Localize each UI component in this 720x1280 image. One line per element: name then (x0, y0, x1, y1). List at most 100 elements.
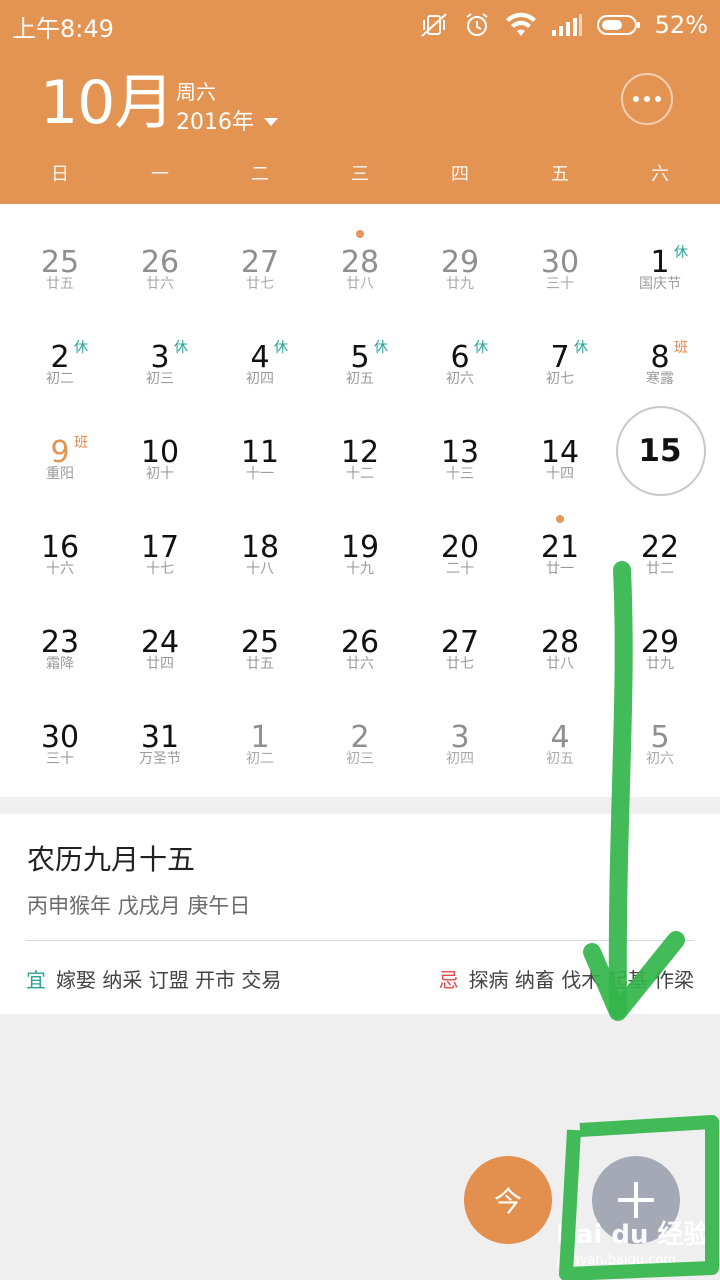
day-cell[interactable]: 27 廿七 (210, 216, 310, 311)
day-cell[interactable]: 12 十二 (310, 406, 410, 501)
lunar-day: 初三 (346, 751, 374, 767)
day-number: 16 (40, 530, 80, 565)
lunar-day: 三十 (546, 276, 574, 292)
lunar-day: 初四 (246, 371, 274, 387)
day-cell[interactable]: 16 十六 (10, 501, 110, 596)
watermark-logo: Bai du 经验 (556, 1220, 710, 1250)
more-options-button[interactable] (621, 73, 673, 125)
day-cell[interactable]: 30 三十 (10, 691, 110, 786)
day-cell[interactable]: 24 廿四 (110, 596, 210, 691)
day-cell[interactable]: 10 初十 (110, 406, 210, 501)
day-cell[interactable]: 6 初六休 (410, 311, 510, 406)
day-number: 19 (340, 530, 380, 565)
day-cell[interactable]: 2 初三 (310, 691, 410, 786)
day-cell[interactable]: 17 十七 (110, 501, 210, 596)
day-cell[interactable]: 5 初六 (610, 691, 710, 786)
avoid-activities: 忌探病 纳畜 伐木 起基 作梁 (439, 964, 694, 993)
lunar-day: 廿六 (346, 656, 374, 672)
suitable-tag: 宜 (26, 968, 46, 992)
day-cell[interactable]: 1 国庆节 休 (610, 216, 710, 311)
app-header: 上午8:49 52% 10月 周六 2016年 日 一 二 三 四 五 六 (0, 0, 720, 204)
current-weekday: 周六 (176, 80, 216, 104)
day-cell[interactable]: 31 万圣节 (110, 691, 210, 786)
day-number: 20 (440, 530, 480, 565)
day-cell[interactable]: 30 三十 (510, 216, 610, 311)
day-cell[interactable]: 14 十四 (510, 406, 610, 501)
lunar-day: 国庆节 (639, 276, 681, 292)
day-cell[interactable]: 18 十八 (210, 501, 310, 596)
year-selector[interactable]: 2016年 (176, 104, 278, 136)
lunar-day: 廿六 (146, 276, 174, 292)
day-cell[interactable]: 2 初二休 (10, 311, 110, 406)
lunar-day: 十四 (546, 466, 574, 482)
day-cell[interactable]: 3 初三休 (110, 311, 210, 406)
day-cell[interactable]: 25 廿五 (10, 216, 110, 311)
day-number: 18 (240, 530, 280, 565)
day-cell[interactable]: 25 廿五 (210, 596, 310, 691)
month-title[interactable]: 10月 (40, 70, 174, 136)
day-cell[interactable]: 5 初五休 (310, 311, 410, 406)
day-number: 2 (350, 720, 370, 755)
today-button[interactable]: 今 (464, 1156, 552, 1244)
day-cell[interactable]: 11 十一 (210, 406, 310, 501)
signal-icon (551, 14, 582, 36)
day-number: 15 (638, 433, 682, 469)
alarm-icon (466, 13, 488, 36)
day-cell[interactable]: 23 霜降 (10, 596, 110, 691)
day-number: 17 (140, 530, 180, 565)
day-cell[interactable]: 28 廿八 (310, 216, 410, 311)
day-cell[interactable]: 19 十九 (310, 501, 410, 596)
day-number: 27 (440, 625, 480, 660)
lunar-day: 重阳 (46, 466, 74, 482)
day-cell[interactable]: 26 廿六 (110, 216, 210, 311)
event-dot-icon (356, 230, 364, 238)
day-cell[interactable]: 20 二十 (410, 501, 510, 596)
day-number: 4 (550, 720, 570, 755)
day-cell[interactable]: 8 寒露班 (610, 311, 710, 406)
month-calendar: 25 廿五 26 廿六 27 廿七 28 廿八 29 廿九 30 三十 1 国庆节休 2 初二休 3 初三休 4 初四… (0, 204, 720, 797)
suitable-list: 嫁娶 纳采 订盟 开市 交易 (56, 968, 282, 992)
day-number: 23 (40, 625, 80, 660)
day-cell[interactable]: 29 廿九 (410, 216, 510, 311)
lunar-day: 初六 (646, 751, 674, 767)
suitable-activities: 宜嫁娶 纳采 订盟 开市 交易 (26, 964, 281, 993)
day-cell[interactable]: 21 廿一 (510, 501, 610, 596)
day-cell[interactable]: 9 重阳班 (10, 406, 110, 501)
status-bar: 上午8:49 52% (0, 0, 720, 50)
weekday-label: 一 (151, 164, 169, 185)
day-cell[interactable]: 13 十三 (410, 406, 510, 501)
day-cell[interactable]: 22 廿二 (610, 501, 710, 596)
day-number: 27 (240, 245, 280, 280)
lunar-day: 初三 (146, 371, 174, 387)
day-number: 29 (640, 625, 680, 660)
event-dot-icon (556, 515, 564, 523)
calendar-grid: 25 廿五 26 廿六 27 廿七 28 廿八 29 廿九 30 三十 1 国庆节休 2 初二休 3 初三休 4 初四… (10, 216, 710, 786)
lunar-day: 廿五 (246, 656, 274, 672)
day-cell[interactable]: 26 廿六 (310, 596, 410, 691)
day-number: 26 (340, 625, 380, 660)
day-cell[interactable]: 7 初七休 (510, 311, 610, 406)
day-cell-today[interactable]: 15 (610, 406, 710, 501)
day-number: 9 (50, 435, 70, 470)
day-number: 13 (440, 435, 480, 470)
day-details-card: 农历九月十五 丙申猴年 戊戌月 庚午日 宜嫁娶 纳采 订盟 开市 交易 忌探病 … (0, 814, 720, 1014)
day-cell[interactable]: 1 初二 (210, 691, 310, 786)
lunar-day: 初二 (246, 751, 274, 767)
day-cell[interactable]: 4 初五 (510, 691, 610, 786)
lunar-day: 廿四 (146, 656, 174, 672)
lunar-day: 二十 (446, 561, 474, 577)
day-cell[interactable]: 3 初四 (410, 691, 510, 786)
day-cell[interactable]: 28 廿八 (510, 596, 610, 691)
day-cell[interactable]: 4 初四休 (210, 311, 310, 406)
day-number: 30 (540, 245, 580, 280)
lunar-day: 霜降 (46, 656, 74, 672)
day-number: 1 (250, 720, 270, 755)
weekday-label: 四 (451, 164, 469, 185)
lunar-day: 廿一 (546, 561, 574, 577)
lunar-day: 十七 (146, 561, 174, 577)
lunar-day: 十二 (346, 466, 374, 482)
day-cell[interactable]: 27 廿七 (410, 596, 510, 691)
day-number: 12 (340, 435, 380, 470)
day-cell[interactable]: 29 廿九 (610, 596, 710, 691)
lunar-day: 十六 (46, 561, 74, 577)
